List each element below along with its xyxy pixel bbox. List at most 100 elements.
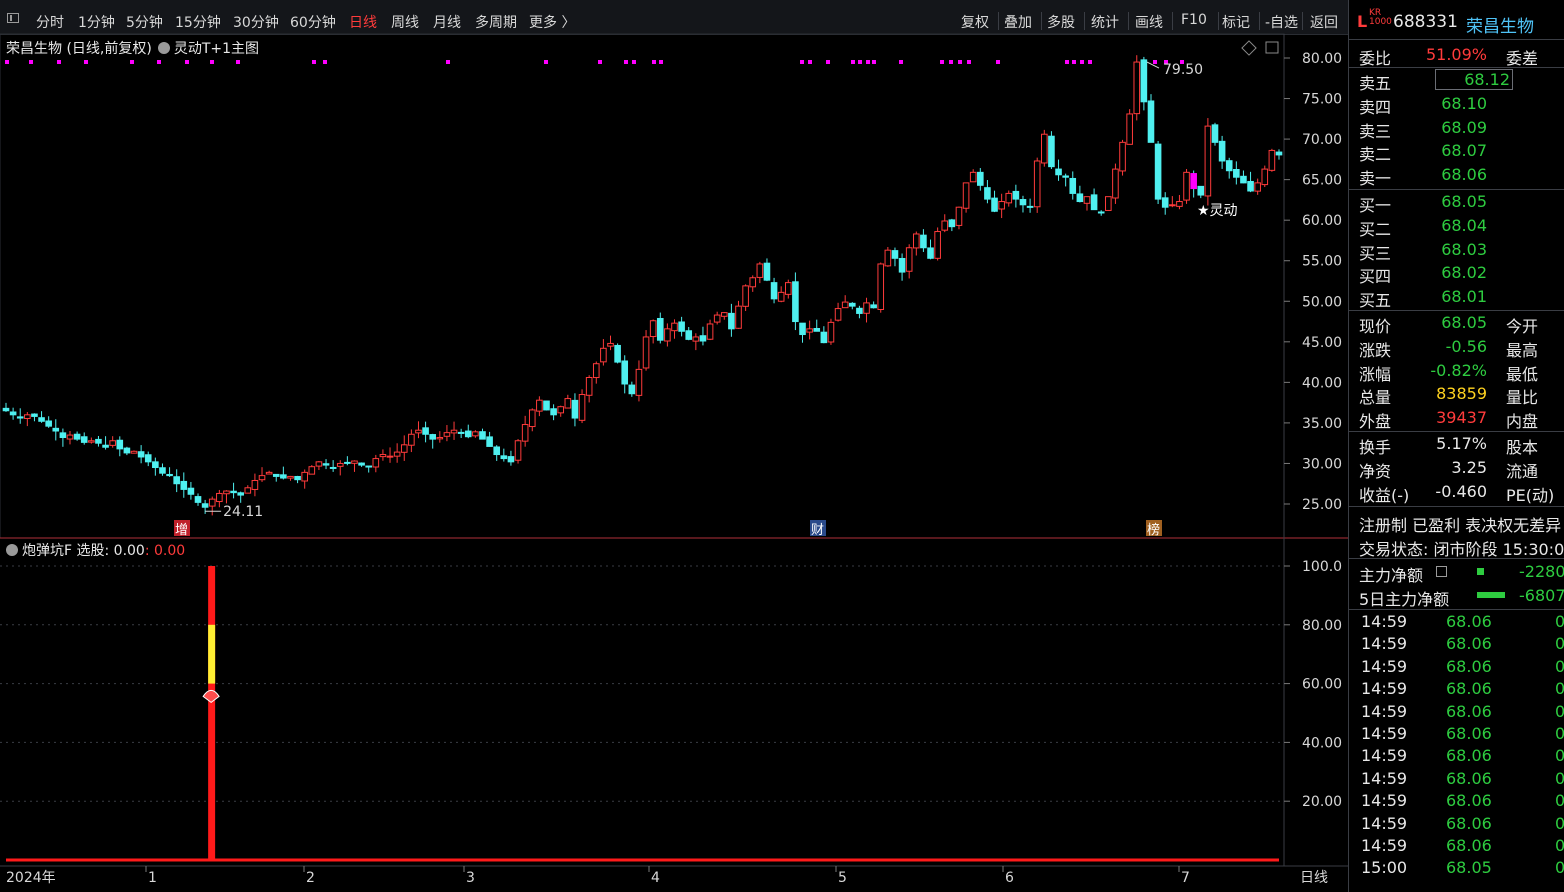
divider (1349, 609, 1564, 610)
candle-body (1147, 100, 1155, 143)
x-tick-label: 5 (838, 870, 847, 886)
candle-body (792, 281, 799, 323)
candle-body (308, 466, 316, 475)
candle-body (1076, 193, 1084, 203)
candle-body (934, 231, 941, 259)
candle-body (216, 492, 223, 503)
candle-body (379, 454, 387, 458)
candle-body (948, 219, 956, 228)
candle-body (152, 461, 159, 469)
signal-dot (1072, 60, 1076, 64)
sub-indicator-name[interactable]: 炮弹坑F 选股: 0.00 (22, 543, 145, 559)
trade-price: 68.06 (1446, 813, 1492, 833)
asks-value: 68.09 (1441, 117, 1487, 137)
indicator-name[interactable]: 灵动T+1主图 (174, 41, 259, 57)
y-tick-label: 75.00 (1302, 92, 1342, 108)
candle-body (1105, 196, 1112, 211)
candle-body (1033, 160, 1041, 208)
candle-body (464, 430, 472, 438)
candle-body (955, 206, 963, 226)
flow-bar (1477, 568, 1484, 575)
sub-indicator-value: : 0.00 (144, 543, 186, 559)
candle-body (991, 197, 998, 212)
candle-body (671, 322, 678, 332)
candle-body (585, 376, 593, 396)
candle-body (813, 328, 821, 332)
trade-volume: 0 (1555, 701, 1564, 721)
candle-body (856, 307, 863, 314)
x-axis-year: 2024年 (6, 870, 56, 886)
signal-dot (1088, 60, 1092, 64)
signal-dot (949, 60, 953, 64)
bids-value: 68.05 (1441, 192, 1487, 211)
stats2-value: 3.25 (1451, 457, 1487, 477)
candle-body (443, 432, 451, 437)
candle-body (429, 434, 437, 440)
signal-dot (29, 60, 33, 64)
candle-body (1126, 113, 1133, 145)
bids-value: 68.04 (1441, 215, 1487, 235)
stock-name[interactable]: 荣昌生物 (1466, 12, 1534, 37)
signal-dot (659, 60, 663, 64)
trade-volume: 0 (1555, 836, 1564, 855)
market-mark: L (1357, 12, 1368, 31)
stats2-right-label: 股本 (1506, 438, 1539, 457)
candle-body (1062, 175, 1069, 178)
bids-label: 买二 (1359, 219, 1392, 239)
candle-body (230, 490, 237, 494)
candle-body (1261, 168, 1269, 186)
trade-status: 交易状态: 闭市阶段 15:30:00 (1359, 540, 1564, 559)
candle-body (1204, 125, 1212, 197)
y-tick-label: 25.00 (1302, 497, 1342, 513)
candle-body (144, 454, 152, 463)
candle-body (841, 301, 849, 309)
candle-body (59, 432, 67, 439)
indicator-toggle-icon[interactable] (157, 42, 170, 54)
candle-body (365, 465, 372, 468)
signal-dot (652, 60, 656, 64)
candle-body (223, 490, 230, 495)
signal-dot (858, 60, 862, 64)
list-icon[interactable] (1436, 566, 1447, 577)
divider (1349, 39, 1564, 40)
kr-badge-icon: KR 1000 (1369, 8, 1392, 27)
sub-y-tick-label: 40.00 (1302, 735, 1342, 751)
stats-right-label: 今开 (1506, 317, 1539, 336)
asks-value: 68.06 (1441, 165, 1487, 185)
signal-dot (866, 60, 870, 64)
signal-dot (5, 60, 9, 64)
asks-row: 卖三 68.09 (1349, 116, 1564, 141)
asks-row: 卖四 68.10 (1349, 92, 1564, 117)
bids-label: 买一 (1359, 196, 1392, 215)
candle-body (656, 317, 664, 341)
candle-body (621, 360, 629, 385)
trade-time: 14:59 (1361, 612, 1408, 631)
flow5-label: 5日主力净额 (1359, 590, 1450, 609)
candle-body (678, 321, 685, 332)
trade-time: 14:59 (1361, 701, 1408, 721)
trade-time: 14:59 (1361, 679, 1408, 699)
candle-body (777, 291, 785, 302)
candle-body (977, 171, 984, 186)
candle-body (521, 424, 529, 442)
sub-spike-bar (208, 566, 216, 860)
sub-indicator-toggle-icon[interactable] (6, 544, 18, 556)
stats-right-label: 最低 (1506, 364, 1539, 384)
kline-chart[interactable]: 80.00 75.00 70.00 65.00 60.00 55.00 50.00 45.00… (0, 0, 1348, 892)
signal-dot (996, 60, 1000, 64)
flags-row: 注册制 已盈利 表决权无差异 (1349, 510, 1564, 535)
signal-dot (632, 60, 636, 64)
trade-price: 68.06 (1446, 791, 1492, 811)
y-tick-label: 40.00 (1302, 375, 1342, 391)
x-axis-period: 日线 (1300, 870, 1328, 886)
candle-body (88, 440, 95, 443)
candle-body (905, 247, 913, 272)
signal-dot (185, 60, 189, 64)
candle-body (1112, 168, 1119, 199)
candle-body (564, 398, 572, 409)
candle-body (927, 247, 934, 259)
candle-body (329, 466, 337, 469)
y-tick-label: 30.00 (1302, 456, 1342, 472)
stats-right-label: 量比 (1506, 388, 1539, 408)
trade-volume: 0 (1555, 656, 1564, 676)
